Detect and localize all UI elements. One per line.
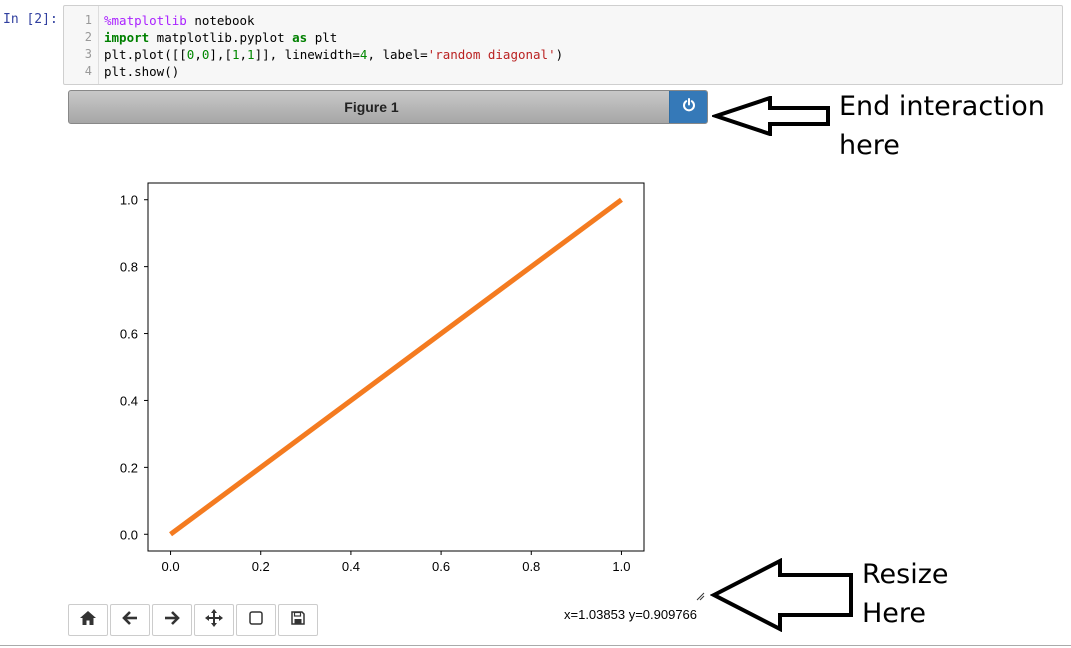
back-arrow-icon <box>122 610 138 630</box>
save-button[interactable] <box>278 604 318 636</box>
home-icon <box>80 610 96 630</box>
forward-button[interactable] <box>152 604 192 636</box>
divider <box>0 645 1071 646</box>
figure-toolbar <box>68 604 320 636</box>
line-chart[interactable]: 0.0 0.2 0.4 0.6 0.8 1.0 0.0 0.2 0.4 0.6 0.8 1.0 <box>100 170 660 585</box>
figure-titlebar: Figure 1 <box>68 90 708 124</box>
line-number: 4 <box>84 64 92 78</box>
save-floppy-icon <box>291 610 305 630</box>
line-number: 1 <box>84 13 92 27</box>
annotation-end-interaction: End interaction here <box>839 91 1045 161</box>
line-number: 2 <box>84 30 92 44</box>
x-tick-label: 0.4 <box>342 559 360 574</box>
x-tick-label: 0.8 <box>522 559 540 574</box>
cursor-coordinates: x=1.03853 y=0.909766 <box>564 607 698 622</box>
pan-button[interactable] <box>194 604 234 636</box>
power-icon <box>682 97 696 117</box>
x-tick-label: 0.2 <box>252 559 270 574</box>
code-line-3: plt.plot([[0,0],[1,1]], linewidth=4, lab… <box>104 47 564 62</box>
y-tick-label: 0.2 <box>120 460 138 475</box>
arrow-pointing-left-icon <box>712 96 830 136</box>
zoom-rect-button[interactable] <box>236 604 276 636</box>
arrow-pointing-left-icon <box>710 558 853 632</box>
annotation-resize: Resize Here <box>862 559 949 629</box>
y-tick-label: 0.4 <box>120 393 138 408</box>
resize-grip-icon[interactable] <box>694 590 706 602</box>
zoom-rectangle-icon <box>249 610 263 630</box>
cell-prompt: In [2]: <box>3 12 58 27</box>
code-line-2: import matplotlib.pyplot as plt <box>104 30 338 45</box>
code-editor[interactable]: %matplotlib notebook import matplotlib.py… <box>104 12 563 80</box>
forward-arrow-icon <box>164 610 180 630</box>
pan-move-icon <box>205 608 223 632</box>
code-line-1: %matplotlib notebook <box>104 13 255 28</box>
x-tick-label: 1.0 <box>612 559 630 574</box>
back-button[interactable] <box>110 604 150 636</box>
x-tick-label: 0.6 <box>432 559 450 574</box>
line-number-gutter: 1 2 3 4 <box>64 6 99 84</box>
end-interaction-button[interactable] <box>669 91 707 123</box>
y-tick-label: 1.0 <box>120 193 138 208</box>
home-button[interactable] <box>68 604 108 636</box>
y-tick-label: 0.8 <box>120 260 138 275</box>
figure-title: Figure 1 <box>344 99 399 115</box>
y-tick-label: 0.6 <box>120 327 138 342</box>
y-tick-label: 0.0 <box>120 527 138 542</box>
code-line-4: plt.show() <box>104 64 180 79</box>
code-cell[interactable]: 1 2 3 4 %matplotlib notebook import matpl… <box>63 5 1063 85</box>
line-number: 3 <box>84 47 92 61</box>
x-tick-label: 0.0 <box>162 559 180 574</box>
